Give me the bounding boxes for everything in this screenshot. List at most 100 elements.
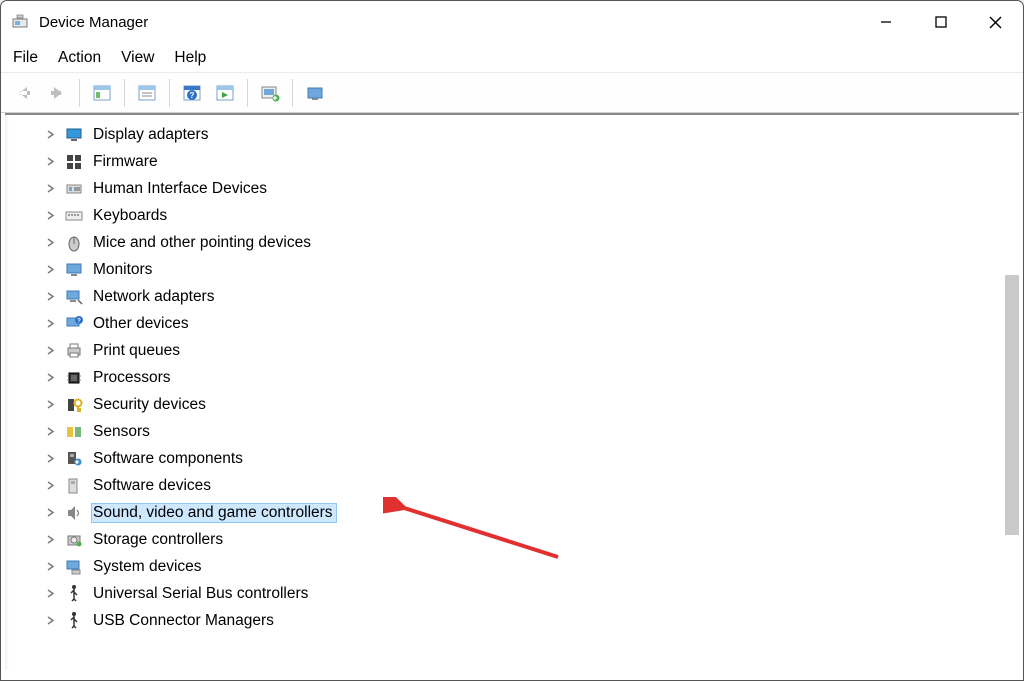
chevron-right-icon[interactable] xyxy=(43,209,57,223)
window-title: Device Manager xyxy=(39,14,148,31)
tree-item-label[interactable]: Sound, video and game controllers xyxy=(91,503,337,523)
chevron-right-icon[interactable] xyxy=(43,317,57,331)
toolbar-separator xyxy=(247,79,248,107)
tree-item[interactable]: Human Interface Devices xyxy=(43,175,1019,202)
hid-icon xyxy=(64,179,84,199)
tree-item-label[interactable]: Print queues xyxy=(91,341,184,361)
chevron-right-icon[interactable] xyxy=(43,182,57,196)
tree-item-label[interactable]: Security devices xyxy=(91,395,210,415)
tree-item-label[interactable]: Firmware xyxy=(91,152,162,172)
chevron-right-icon[interactable] xyxy=(43,560,57,574)
device-manager-icon xyxy=(11,13,29,31)
tree-item[interactable]: Universal Serial Bus controllers xyxy=(43,580,1019,607)
action-button[interactable] xyxy=(210,78,240,108)
tree-item[interactable]: Display adapters xyxy=(43,121,1019,148)
tree-item-label[interactable]: Mice and other pointing devices xyxy=(91,233,315,253)
tree-item[interactable]: Mice and other pointing devices xyxy=(43,229,1019,256)
tree-item-label[interactable]: Software devices xyxy=(91,476,215,496)
menubar: File Action View Help xyxy=(1,43,1023,73)
chevron-right-icon[interactable] xyxy=(43,506,57,520)
device-manager-window: Device Manager File Action View Help xyxy=(0,0,1024,681)
chevron-right-icon[interactable] xyxy=(43,371,57,385)
menu-help[interactable]: Help xyxy=(174,49,206,67)
tree-item[interactable]: USB Connector Managers xyxy=(43,607,1019,634)
menu-action[interactable]: Action xyxy=(58,49,101,67)
tree-item-label[interactable]: Software components xyxy=(91,449,247,469)
properties-button[interactable] xyxy=(132,78,162,108)
tree-item[interactable]: Security devices xyxy=(43,391,1019,418)
chevron-right-icon[interactable] xyxy=(43,128,57,142)
usb-icon xyxy=(64,611,84,631)
tree-item[interactable]: System devices xyxy=(43,553,1019,580)
maximize-button[interactable] xyxy=(913,1,968,43)
svg-text:?: ? xyxy=(77,318,81,324)
tree-item[interactable]: Firmware xyxy=(43,148,1019,175)
chevron-right-icon[interactable] xyxy=(43,155,57,169)
tree-item[interactable]: Storage controllers xyxy=(43,526,1019,553)
tree-item-label[interactable]: Keyboards xyxy=(91,206,171,226)
storage-icon xyxy=(64,530,84,550)
back-button[interactable] xyxy=(9,78,39,108)
device-tree[interactable]: Display adapters Firmware Human Interface … xyxy=(5,115,1019,640)
tree-item-label[interactable]: Storage controllers xyxy=(91,530,227,550)
show-hide-console-tree-button[interactable] xyxy=(87,78,117,108)
tree-item[interactable]: Monitors xyxy=(43,256,1019,283)
forward-button[interactable] xyxy=(42,78,72,108)
toolbar-separator xyxy=(292,79,293,107)
minimize-button[interactable] xyxy=(858,1,913,43)
titlebar: Device Manager xyxy=(1,1,1023,43)
tree-item-label[interactable]: System devices xyxy=(91,557,206,577)
menu-file[interactable]: File xyxy=(13,49,38,67)
tree-item[interactable]: Software devices xyxy=(43,472,1019,499)
toolbar-separator xyxy=(124,79,125,107)
tree-item[interactable]: Sensors xyxy=(43,418,1019,445)
vertical-scrollbar-thumb[interactable] xyxy=(1005,275,1019,535)
chevron-right-icon[interactable] xyxy=(43,263,57,277)
menu-view[interactable]: View xyxy=(121,49,154,67)
tree-item[interactable]: Keyboards xyxy=(43,202,1019,229)
tree-item[interactable]: Processors xyxy=(43,364,1019,391)
tree-item[interactable]: Print queues xyxy=(43,337,1019,364)
close-button[interactable] xyxy=(968,1,1023,43)
chevron-right-icon[interactable] xyxy=(43,236,57,250)
key-icon xyxy=(64,395,84,415)
window-controls xyxy=(858,1,1023,43)
usb-icon xyxy=(64,584,84,604)
chevron-right-icon[interactable] xyxy=(43,479,57,493)
tree-item-label[interactable]: USB Connector Managers xyxy=(91,611,278,631)
content-area: Display adapters Firmware Human Interface … xyxy=(5,113,1019,670)
tree-item[interactable]: Sound, video and game controllers xyxy=(43,499,1019,526)
chevron-right-icon[interactable] xyxy=(43,344,57,358)
chevron-right-icon[interactable] xyxy=(43,290,57,304)
tree-item-label[interactable]: Network adapters xyxy=(91,287,218,307)
tree-item[interactable]: ? Other devices xyxy=(43,310,1019,337)
add-driver-button[interactable] xyxy=(300,78,330,108)
tree-item-label[interactable]: Human Interface Devices xyxy=(91,179,271,199)
tree-item-label[interactable]: Sensors xyxy=(91,422,154,442)
cpu-icon xyxy=(64,368,84,388)
monitor-blue-icon xyxy=(64,125,84,145)
tree-item-label[interactable]: Universal Serial Bus controllers xyxy=(91,584,312,604)
tree-item-label[interactable]: Other devices xyxy=(91,314,193,334)
tree-item[interactable]: Software components xyxy=(43,445,1019,472)
toolbar-separator xyxy=(169,79,170,107)
software-comp-icon xyxy=(64,449,84,469)
tree-item-label[interactable]: Monitors xyxy=(91,260,156,280)
chevron-right-icon[interactable] xyxy=(43,533,57,547)
network-icon xyxy=(64,287,84,307)
scan-for-hardware-changes-button[interactable] xyxy=(255,78,285,108)
svg-text:?: ? xyxy=(190,91,195,100)
chevron-right-icon[interactable] xyxy=(43,587,57,601)
sensors-icon xyxy=(64,422,84,442)
tree-item-label[interactable]: Display adapters xyxy=(91,125,212,145)
tree-item-label[interactable]: Processors xyxy=(91,368,175,388)
software-dev-icon xyxy=(64,476,84,496)
help-button[interactable]: ? xyxy=(177,78,207,108)
chevron-right-icon[interactable] xyxy=(43,614,57,628)
other-icon: ? xyxy=(64,314,84,334)
chevron-right-icon[interactable] xyxy=(43,398,57,412)
tree-item[interactable]: Network adapters xyxy=(43,283,1019,310)
chevron-right-icon[interactable] xyxy=(43,452,57,466)
chevron-right-icon[interactable] xyxy=(43,425,57,439)
printer-icon xyxy=(64,341,84,361)
